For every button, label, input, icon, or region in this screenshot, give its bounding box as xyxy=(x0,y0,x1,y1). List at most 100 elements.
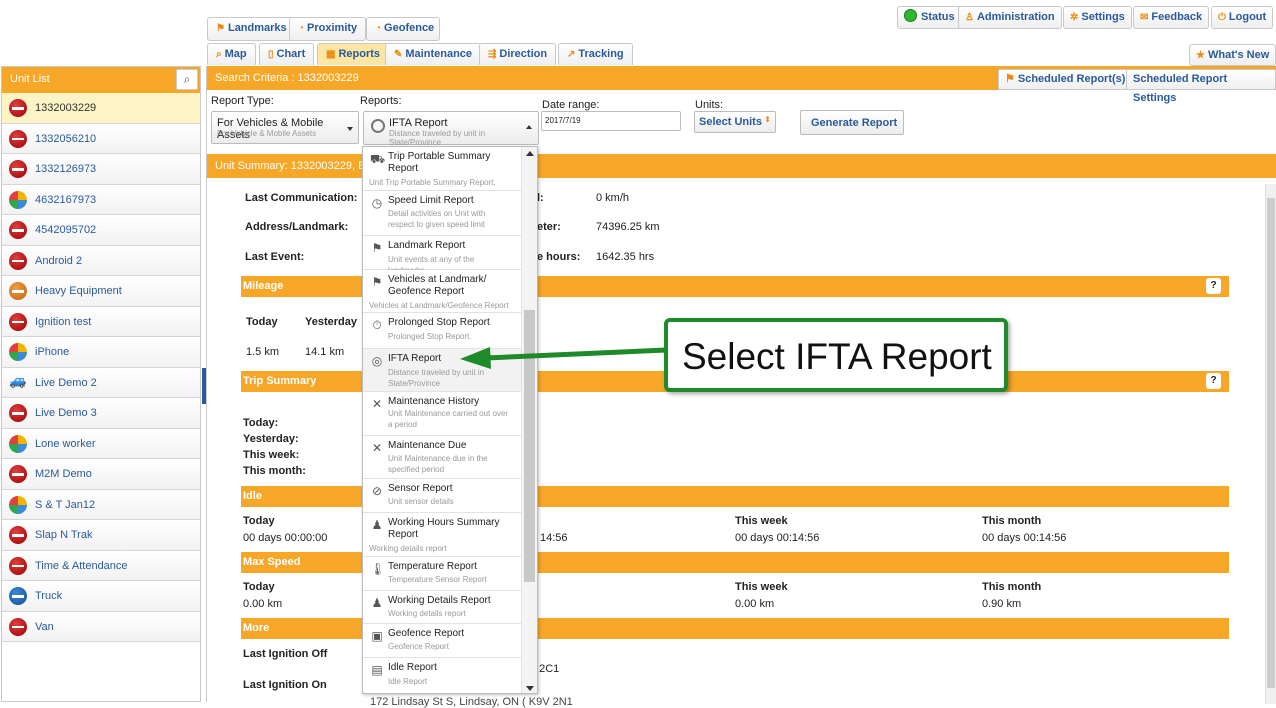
report-option[interactable]: ✕ Maintenance Due Unit Maintenance due in … xyxy=(363,436,521,479)
mileage-today-label: Today xyxy=(246,316,278,328)
select-units-dropdown[interactable]: Select Units ⬍ xyxy=(694,111,776,133)
unit-status-icon xyxy=(9,251,27,270)
unit-list-item[interactable]: Truck xyxy=(2,581,200,612)
report-option[interactable]: ⏱ Prolonged Stop Report Prolonged Stop Rep… xyxy=(363,313,521,349)
unit-list-item[interactable]: 4542095702 xyxy=(2,215,200,246)
unit-list-item[interactable]: Slap N Trak xyxy=(2,520,200,551)
max-week-value: 0.00 km xyxy=(735,598,775,610)
tab-map[interactable]: ⌕ Map xyxy=(207,43,256,65)
unit-list-item[interactable]: Time & Attendance xyxy=(2,550,200,581)
unit-status-icon xyxy=(9,99,27,117)
date-range-input[interactable]: 2017/7/19 xyxy=(541,111,681,131)
report-option[interactable]: ✕ Maintenance History Unit Maintenance car… xyxy=(363,392,521,436)
unit-list-item[interactable]: Van xyxy=(2,611,200,642)
unit-list-item[interactable]: S & T Jan12 xyxy=(2,489,200,520)
engine-hours-label: e hours: xyxy=(537,251,581,263)
unit-status-icon xyxy=(9,617,27,636)
search-icon[interactable]: ⌕ xyxy=(176,69,198,90)
last-ignition-off-label: Last Ignition Off xyxy=(243,648,328,660)
unit-list-item[interactable]: 1332056210 xyxy=(2,123,200,154)
generate-report-button[interactable]: Generate Report xyxy=(800,110,904,135)
unit-name: 4632167973 xyxy=(35,193,97,206)
report-option[interactable]: ▤ Idle Report Idle Report xyxy=(363,658,521,693)
unit-list: 1332003229 1332056210 1332126973 4632167973… xyxy=(2,93,200,642)
trip-month-label: This month: xyxy=(243,465,306,477)
scrollbar-thumb[interactable] xyxy=(524,310,535,582)
unit-status-icon xyxy=(9,495,27,514)
mileage-yesterday-label: Yesterday xyxy=(305,316,357,328)
unit-list-item[interactable]: Android 2 xyxy=(2,245,200,276)
unit-list-item[interactable]: Heavy Equipment xyxy=(2,276,200,307)
report-option-title: Sensor Report xyxy=(388,483,453,494)
report-option[interactable]: ⚑ Landmark Report Unit events at any of th… xyxy=(363,236,521,275)
report-option[interactable]: ⛟ Trip Portable Summary Report Unit Trip P… xyxy=(363,147,521,191)
scroll-down-icon[interactable] xyxy=(526,686,534,691)
feedback-icon: ✉ xyxy=(1140,12,1149,23)
report-option[interactable]: ⊘ Sensor Report Unit sensor details xyxy=(363,479,521,513)
status-button[interactable]: Status xyxy=(897,6,962,29)
unit-name: Heavy Equipment xyxy=(35,285,122,297)
unit-status-icon xyxy=(9,221,27,239)
unit-status-icon xyxy=(9,160,27,178)
dropdown-scrollbar[interactable] xyxy=(521,147,537,693)
unit-status-icon xyxy=(9,434,27,453)
administration-button[interactable]: ♙ Administration xyxy=(958,6,1062,29)
settings-button[interactable]: ✲ Settings xyxy=(1063,6,1132,29)
scheduled-settings-button[interactable]: Scheduled Report Settings xyxy=(1126,69,1276,104)
unit-list-item[interactable]: 1332126973 xyxy=(2,154,200,185)
unit-list-item[interactable]: 🚙 Live Demo 2 xyxy=(2,367,200,398)
report-option[interactable]: ♟ Working Details Report Working details r… xyxy=(363,591,521,624)
help-icon[interactable]: ? xyxy=(1206,278,1221,294)
report-option[interactable]: ◷ Speed Limit Report Detail activities on … xyxy=(363,191,521,236)
report-option-description: Temperature Sensor Report xyxy=(388,575,487,584)
person-icon: ♟ xyxy=(371,596,383,610)
report-option[interactable]: ◎ IFTA Report Distance traveled by unit in… xyxy=(363,349,521,392)
main-scrollbar[interactable] xyxy=(1265,184,1276,704)
tab-geofence[interactable]: ◔ Geofence xyxy=(366,17,440,41)
tab-reports[interactable]: ▦ Reports xyxy=(317,43,390,65)
reports-select[interactable]: IFTA Report Distance traveled by unit in… xyxy=(363,111,539,147)
unit-list-item[interactable]: Ignition test xyxy=(2,306,200,337)
trip-week-label: This week: xyxy=(243,449,300,461)
unit-list-item[interactable]: Live Demo 3 xyxy=(2,398,200,429)
report-option[interactable]: 🌡 Temperature Report Temperature Sensor Re… xyxy=(363,557,521,591)
units-label: Units: xyxy=(695,99,724,111)
tab-tracking[interactable]: ↗ Tracking xyxy=(558,43,633,65)
unit-list-item[interactable]: 4632167973 xyxy=(2,184,200,215)
tab-chart[interactable]: ▯ Chart xyxy=(259,43,315,65)
unit-list-item[interactable]: iPhone xyxy=(2,337,200,368)
unit-list-header: Unit List ⌕ xyxy=(2,67,200,93)
unit-name: Live Demo 3 xyxy=(35,407,97,419)
geofence-icon: ◔ xyxy=(375,23,382,34)
logout-button[interactable]: ⏻ Logout xyxy=(1211,6,1274,29)
report-option[interactable]: ♟ Working Hours Summary Report Working det… xyxy=(363,513,521,557)
unit-list-item[interactable]: 1332003229 xyxy=(2,93,200,124)
report-option-title: Vehicles at Landmark/ Geofence Report xyxy=(388,274,487,297)
unit-list-item[interactable]: Lone worker xyxy=(2,428,200,459)
scrollbar-thumb[interactable] xyxy=(1267,198,1275,688)
tab-direction[interactable]: ⇶ Direction xyxy=(479,43,557,65)
feedback-button[interactable]: ✉ Feedback xyxy=(1133,6,1210,29)
speed-value: 0 km/h xyxy=(596,192,630,204)
report-option-title: Prolonged Stop Report xyxy=(388,317,490,328)
report-type-select[interactable]: For Vehicles & Mobile Assets For Vehicle… xyxy=(211,111,359,144)
scroll-up-icon[interactable] xyxy=(526,151,534,156)
last-ignition-on-value: 172 Lindsay St S, Lindsay, ON ( K9V 2N1 xyxy=(370,696,573,708)
tab-landmarks[interactable]: ⚑ Landmarks xyxy=(207,17,296,41)
speedometer-icon: ◷ xyxy=(371,196,383,210)
report-option-title: Working Details Report xyxy=(388,595,491,606)
report-option[interactable]: ▣ Geofence Report Geofence Report xyxy=(363,624,521,658)
tab-maintenance[interactable]: ✎ Maintenance xyxy=(385,43,482,65)
unit-name: iPhone xyxy=(35,346,70,358)
odometer-value: 74396.25 km xyxy=(596,221,660,233)
reports-dropdown-list: ⛟ Trip Portable Summary Report Unit Trip P… xyxy=(362,146,538,694)
help-icon[interactable]: ? xyxy=(1206,373,1221,389)
unit-status-icon xyxy=(9,129,27,148)
whats-new-button[interactable]: ★ What's New xyxy=(1189,44,1276,66)
report-option[interactable]: ⚑ Vehicles at Landmark/ Geofence Report Ve… xyxy=(363,270,521,313)
unit-list-item[interactable]: M2M Demo xyxy=(2,459,200,490)
unit-name: Ignition test xyxy=(35,315,92,328)
unit-name: Time & Attendance xyxy=(35,559,128,572)
scheduled-reports-button[interactable]: ⚑ Scheduled Report(s) xyxy=(998,69,1133,90)
tab-proximity[interactable]: ◔ Proximity xyxy=(289,17,367,41)
